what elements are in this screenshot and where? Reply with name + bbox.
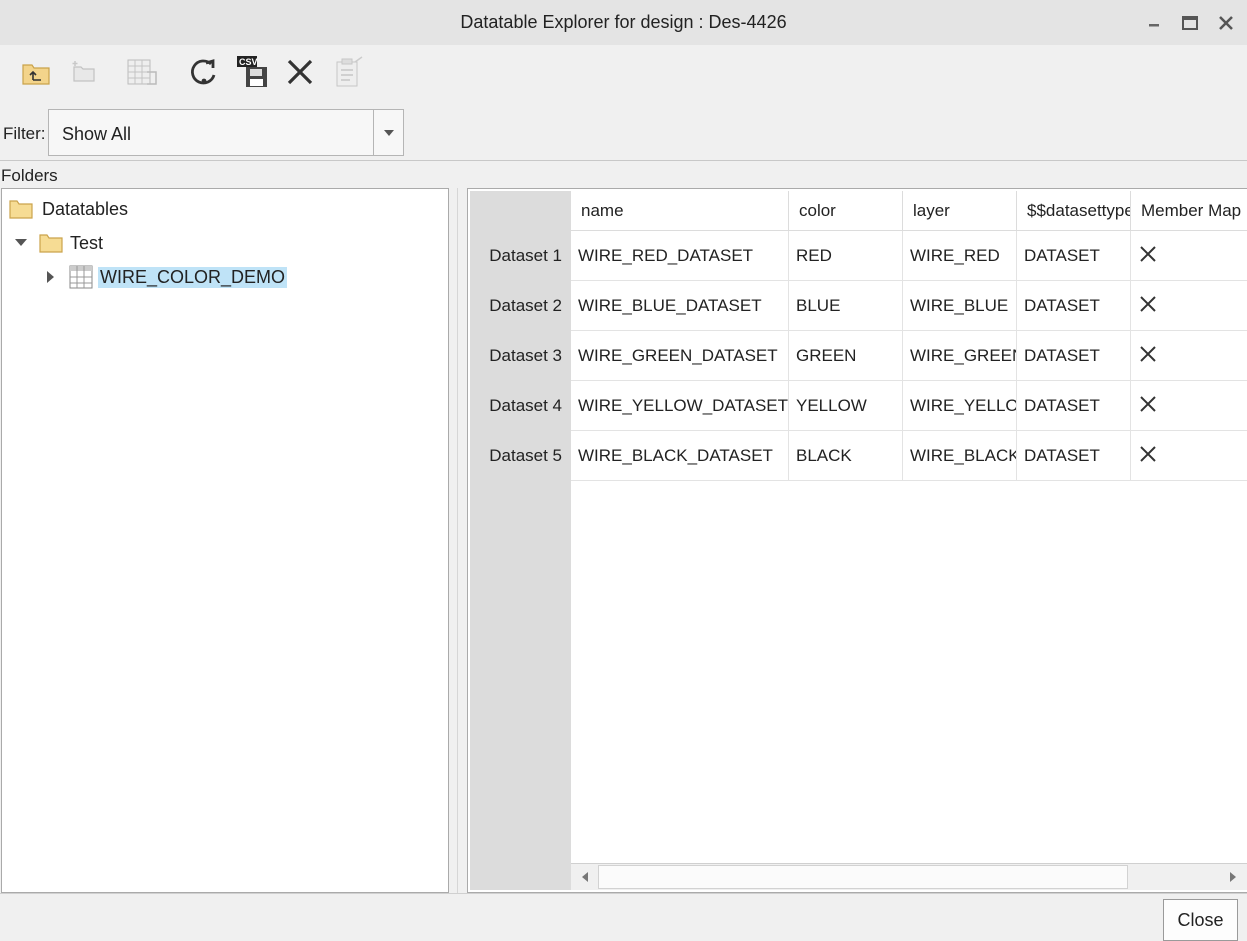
unchecked-x-icon [1140, 296, 1156, 312]
dialog-footer [0, 893, 1247, 941]
dropdown-arrow-button[interactable] [373, 110, 403, 155]
datatable-grid[interactable]: name color layer $$datasettype Member Ma… [467, 188, 1247, 893]
cell-name[interactable]: WIRE_GREEN_DATASET [571, 331, 789, 381]
folder-up-icon [22, 64, 50, 85]
scroll-right-button[interactable] [1219, 864, 1246, 890]
table-export-button[interactable] [124, 54, 160, 90]
refresh-icon [191, 59, 216, 85]
filter-dropdown[interactable]: Show All [48, 109, 404, 156]
tree-item-label-selected: WIRE_COLOR_DEMO [98, 266, 288, 288]
cell-member-map[interactable] [1131, 231, 1247, 281]
folder-up-button[interactable] [18, 54, 54, 90]
cell-layer[interactable]: WIRE_BLUE [903, 281, 1017, 331]
unchecked-x-icon [1140, 446, 1156, 462]
csv-save-button[interactable]: CSV [234, 54, 270, 90]
cell-color[interactable]: YELLOW [789, 381, 903, 431]
properties-button[interactable] [330, 54, 366, 90]
delete-button[interactable] [282, 54, 318, 90]
svg-text:CSV: CSV [239, 57, 258, 67]
row-header[interactable]: Dataset 4 [470, 381, 571, 431]
maximize-icon [1182, 16, 1198, 30]
new-folder-icon [72, 61, 95, 82]
cell-layer[interactable]: WIRE_BLACK [903, 431, 1017, 481]
tree-item-label: Test [70, 232, 104, 253]
filter-label: Filter: [3, 124, 46, 143]
tree-item-wire-color-demo[interactable]: WIRE_COLOR_DEMO [44, 262, 288, 292]
title-bar: Datatable Explorer for design : Des-4426 [0, 0, 1247, 45]
row-header[interactable]: Dataset 1 [470, 231, 571, 281]
separator [0, 160, 1247, 161]
scroll-left-button[interactable] [571, 864, 598, 890]
cell-member-map[interactable] [1131, 331, 1247, 381]
tree-item-datatables[interactable]: Datatables [8, 194, 130, 224]
pane-splitter[interactable] [449, 188, 467, 893]
row-header[interactable]: Dataset 3 [470, 331, 571, 381]
close-window-button[interactable] [1215, 12, 1237, 34]
folder-icon [9, 200, 33, 219]
properties-icon [336, 56, 363, 87]
minimize-icon [1149, 24, 1159, 27]
refresh-button[interactable] [186, 54, 222, 90]
column-header-layer[interactable]: layer [903, 191, 1017, 231]
close-button[interactable]: Close [1163, 899, 1238, 941]
row-header[interactable]: Dataset 2 [470, 281, 571, 331]
csv-save-icon: CSV [237, 56, 267, 87]
cell-name[interactable]: WIRE_YELLOW_DATASET [571, 381, 789, 431]
chevron-right-icon [1229, 872, 1236, 882]
folder-tree[interactable]: Datatables Test WIRE_COLOR_DEMO [1, 188, 449, 893]
column-header-name[interactable]: name [571, 191, 789, 231]
expanded-triangle-icon[interactable] [14, 236, 28, 250]
chevron-left-icon [581, 872, 588, 882]
cell-member-map[interactable] [1131, 431, 1247, 481]
unchecked-x-icon [1140, 246, 1156, 262]
cell-member-map[interactable] [1131, 281, 1247, 331]
cell-layer[interactable]: WIRE_YELLOW [903, 381, 1017, 431]
table-export-icon [127, 59, 157, 85]
unchecked-x-icon [1140, 396, 1156, 412]
tree-item-test[interactable]: Test [14, 228, 105, 258]
column-header-color[interactable]: color [789, 191, 903, 231]
maximize-button[interactable] [1179, 12, 1201, 34]
cell-color[interactable]: GREEN [789, 331, 903, 381]
cell-name[interactable]: WIRE_BLACK_DATASET [571, 431, 789, 481]
cell-member-map[interactable] [1131, 381, 1247, 431]
cell-datasettype[interactable]: DATASET [1017, 231, 1131, 281]
cell-datasettype[interactable]: DATASET [1017, 431, 1131, 481]
folders-label: Folders [1, 166, 58, 185]
collapsed-triangle-icon[interactable] [44, 270, 58, 284]
datatable-icon [69, 265, 93, 289]
column-header-datasettype[interactable]: $$datasettype [1017, 191, 1131, 231]
minimize-button[interactable] [1143, 12, 1165, 34]
cell-datasettype[interactable]: DATASET [1017, 331, 1131, 381]
row-header[interactable]: Dataset 5 [470, 431, 571, 481]
folder-icon [39, 234, 63, 253]
cell-color[interactable]: BLACK [789, 431, 903, 481]
chevron-down-icon [383, 129, 394, 136]
filter-selected-value: Show All [62, 124, 132, 144]
unchecked-x-icon [1140, 346, 1156, 362]
tree-item-label: Datatables [42, 198, 129, 219]
window-title: Datatable Explorer for design : Des-4426 [460, 12, 787, 32]
toolbar: CSV [0, 45, 1247, 103]
cell-name[interactable]: WIRE_RED_DATASET [571, 231, 789, 281]
cell-name[interactable]: WIRE_BLUE_DATASET [571, 281, 789, 331]
delete-icon [287, 59, 313, 85]
cell-layer[interactable]: WIRE_GREEN [903, 331, 1017, 381]
new-folder-button[interactable] [64, 54, 100, 90]
horizontal-scrollbar[interactable] [571, 863, 1247, 890]
cell-color[interactable]: BLUE [789, 281, 903, 331]
scrollbar-thumb[interactable] [598, 865, 1128, 889]
cell-datasettype[interactable]: DATASET [1017, 281, 1131, 331]
column-header-member-map[interactable]: Member Map [1131, 191, 1247, 231]
cell-datasettype[interactable]: DATASET [1017, 381, 1131, 431]
cell-layer[interactable]: WIRE_RED [903, 231, 1017, 281]
close-icon [1219, 16, 1233, 30]
cell-color[interactable]: RED [789, 231, 903, 281]
